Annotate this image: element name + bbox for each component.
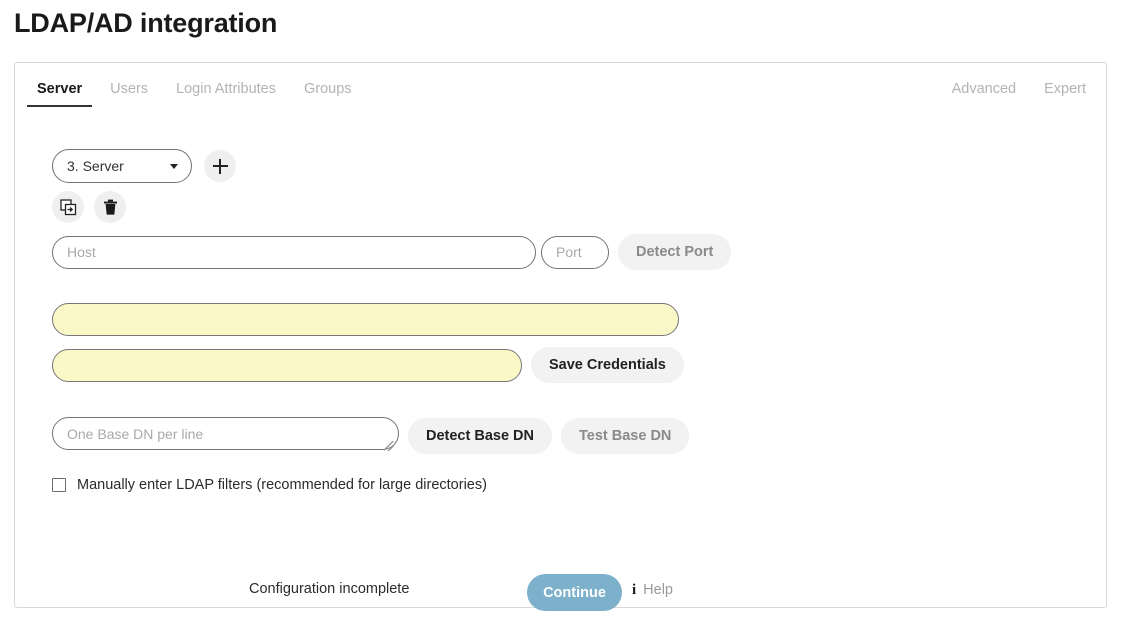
- page-title: LDAP/AD integration: [14, 8, 277, 39]
- add-configuration-button[interactable]: [204, 150, 236, 182]
- user-dn-input[interactable]: [52, 303, 679, 336]
- base-dn-field-wrapper: [52, 417, 399, 455]
- configuration-select[interactable]: 3. Server: [52, 149, 192, 183]
- help-group[interactable]: i Help: [632, 582, 673, 598]
- configuration-status-text: Configuration incomplete: [249, 581, 409, 597]
- tab-server[interactable]: Server: [23, 77, 96, 107]
- base-dn-row: Detect Base DN Test Base DN: [52, 417, 689, 455]
- copy-configuration-button[interactable]: [52, 191, 84, 223]
- chevron-down-icon: [170, 164, 178, 169]
- tabs-left-group: Server Users Login Attributes Groups: [23, 77, 366, 107]
- trash-icon: [103, 199, 118, 216]
- test-base-dn-button[interactable]: Test Base DN: [561, 418, 689, 454]
- delete-configuration-button[interactable]: [94, 191, 126, 223]
- tab-login-attributes[interactable]: Login Attributes: [162, 77, 290, 107]
- password-input[interactable]: [52, 349, 522, 382]
- host-input[interactable]: [52, 236, 536, 269]
- port-input[interactable]: [541, 236, 609, 269]
- tab-expert[interactable]: Expert: [1030, 77, 1100, 107]
- footer-row: Configuration incomplete Continue i Help: [15, 561, 1106, 625]
- tab-users[interactable]: Users: [96, 77, 162, 107]
- manual-filters-checkbox[interactable]: [52, 478, 66, 492]
- save-credentials-button[interactable]: Save Credentials: [531, 347, 684, 383]
- configuration-selector-row: 3. Server: [52, 149, 236, 183]
- info-icon: i: [632, 583, 636, 598]
- detect-base-dn-button[interactable]: Detect Base DN: [408, 418, 552, 454]
- tab-bar: Server Users Login Attributes Groups Adv…: [15, 63, 1106, 121]
- detect-port-button[interactable]: Detect Port: [618, 234, 731, 270]
- manual-filters-label: Manually enter LDAP filters (recommended…: [77, 477, 487, 493]
- tab-advanced[interactable]: Advanced: [938, 77, 1031, 107]
- user-dn-row: [52, 303, 679, 336]
- tab-groups[interactable]: Groups: [290, 77, 366, 107]
- plus-icon: [213, 159, 228, 174]
- manual-filters-row[interactable]: Manually enter LDAP filters (recommended…: [52, 477, 487, 493]
- configuration-select-value: 3. Server: [67, 158, 124, 174]
- base-dn-textarea[interactable]: [52, 417, 399, 450]
- configuration-actions-row: [52, 191, 126, 223]
- continue-button[interactable]: Continue: [527, 574, 622, 611]
- password-row: Save Credentials: [52, 347, 684, 383]
- settings-card: Server Users Login Attributes Groups Adv…: [14, 62, 1107, 608]
- help-link[interactable]: Help: [643, 582, 673, 598]
- host-row: Detect Port: [52, 234, 731, 270]
- ldap-ad-integration-page: LDAP/AD integration Server Users Login A…: [0, 0, 1122, 625]
- copy-configuration-icon: [60, 199, 77, 216]
- tabs-right-group: Advanced Expert: [938, 77, 1100, 107]
- server-tab-panel: 3. Server: [15, 121, 1106, 607]
